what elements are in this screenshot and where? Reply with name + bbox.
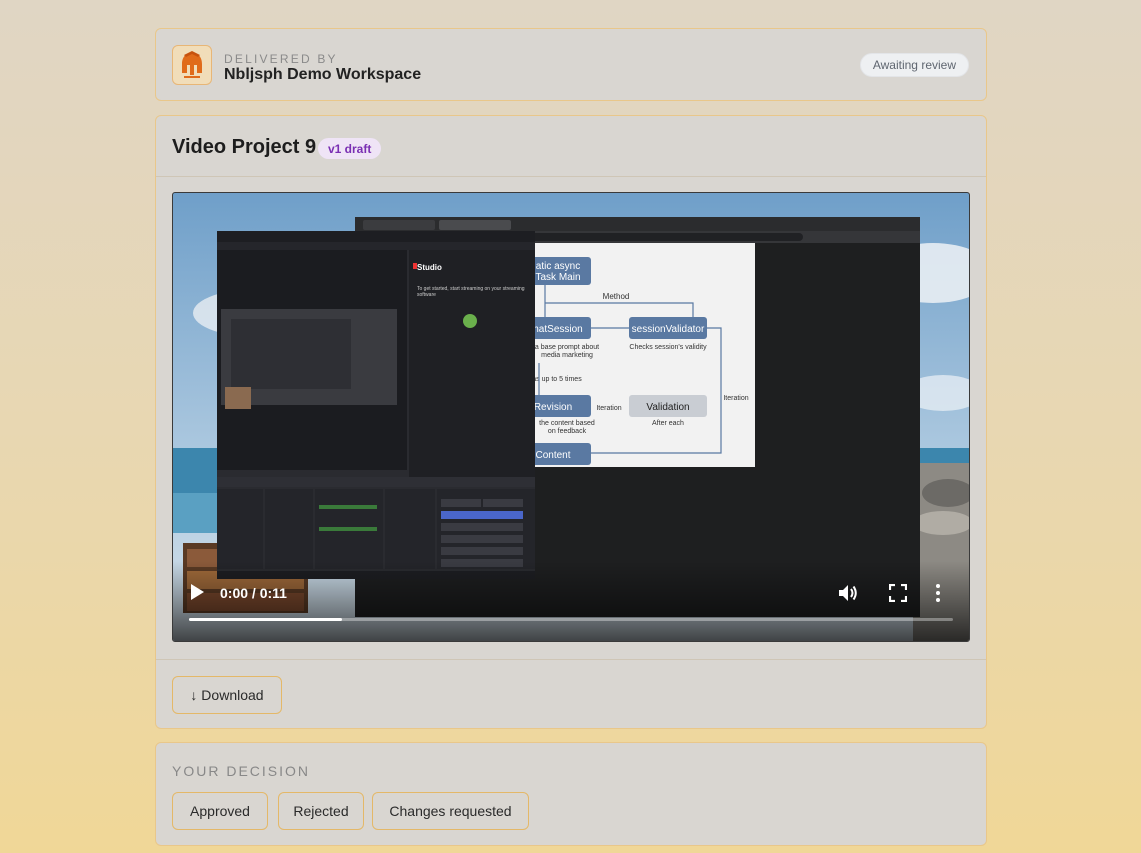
project-card: Video Project 9 v1 draft atic async Task… — [155, 115, 987, 729]
svg-text:Content: Content — [535, 450, 570, 461]
delivery-header-card: DELIVERED BY Nbljsph Demo Workspace Awai… — [155, 28, 987, 101]
svg-text:Iteration: Iteration — [596, 405, 621, 412]
approved-button[interactable]: Approved — [172, 792, 268, 830]
fullscreen-icon[interactable] — [889, 584, 907, 602]
svg-text:Task Main: Task Main — [535, 272, 580, 283]
svg-text:atic async: atic async — [536, 261, 580, 272]
download-button[interactable]: ↓ Download — [172, 676, 282, 714]
svg-text:Revision: Revision — [534, 402, 572, 413]
svg-text:hatSession: hatSession — [533, 324, 582, 335]
video-time: 0:00 / 0:11 — [220, 585, 287, 601]
video-progress-bar[interactable] — [189, 618, 953, 621]
page-title: Video Project 9 — [172, 136, 317, 158]
play-icon[interactable] — [189, 583, 205, 601]
rejected-button[interactable]: Rejected — [278, 792, 364, 830]
changes-requested-button[interactable]: Changes requested — [372, 792, 529, 830]
svg-text:software: software — [417, 292, 436, 298]
svg-text:Studio: Studio — [417, 263, 442, 272]
divider — [156, 176, 986, 177]
svg-text:Checks session's validity: Checks session's validity — [629, 344, 707, 351]
svg-text:a base prompt about: a base prompt about — [535, 344, 599, 351]
delivered-by-label: DELIVERED BY — [224, 52, 338, 66]
decision-card: YOUR DECISION Approved Rejected Changes … — [155, 742, 987, 846]
more-vert-icon[interactable] — [935, 583, 941, 603]
divider — [156, 659, 986, 660]
workspace-logo — [172, 45, 212, 85]
volume-icon[interactable] — [837, 583, 859, 603]
svg-text:Validation: Validation — [646, 402, 689, 413]
svg-text:as up to 5 times: as up to 5 times — [532, 376, 582, 383]
video-progress-fill — [189, 618, 342, 621]
svg-text:on feedback: on feedback — [548, 428, 587, 435]
version-badge: v1 draft — [318, 138, 382, 159]
svg-text:After each: After each — [652, 420, 684, 427]
spartan-helmet-icon — [182, 51, 202, 78]
decision-label: YOUR DECISION — [172, 763, 311, 779]
workspace-name: Nbljsph Demo Workspace — [224, 66, 422, 83]
status-badge: Awaiting review — [859, 53, 969, 77]
svg-text:sessionValidator: sessionValidator — [632, 324, 705, 335]
svg-text:the content based: the content based — [539, 420, 595, 427]
video-player[interactable]: atic async Task Main Method hatSession s… — [172, 192, 970, 642]
svg-text:Iteration: Iteration — [723, 395, 748, 402]
svg-text:Method: Method — [603, 292, 630, 301]
svg-text:media marketing: media marketing — [541, 352, 593, 359]
